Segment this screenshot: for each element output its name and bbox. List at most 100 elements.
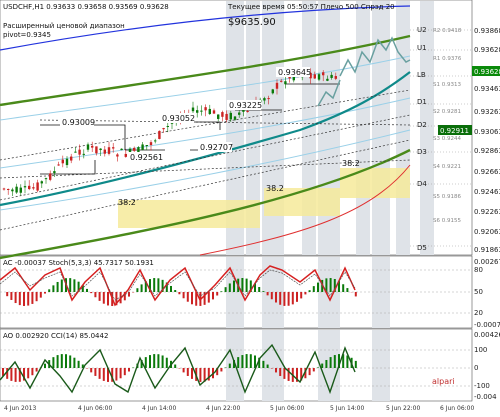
candle-body xyxy=(3,188,5,189)
ac-bar xyxy=(304,292,306,294)
ao-bar xyxy=(187,368,189,376)
candle-body xyxy=(11,190,13,192)
annotation-4: 0.93225 xyxy=(229,101,262,110)
ac-bar xyxy=(94,292,96,297)
candle-body xyxy=(104,150,106,154)
ao-bar xyxy=(162,355,164,368)
ac-bar xyxy=(309,290,311,292)
ao-tick-4: -0.004 xyxy=(474,393,497,401)
candle-body xyxy=(162,128,164,129)
ao-bar xyxy=(271,368,273,369)
candle-body xyxy=(53,171,55,173)
ac-bar xyxy=(103,292,105,304)
candle-body xyxy=(192,108,194,112)
ac-bar xyxy=(86,289,88,292)
stoch-tick-2: 50 xyxy=(474,288,483,296)
price-tick-2: 0.93463 xyxy=(474,85,500,93)
candle-body xyxy=(150,142,152,145)
annotation-2: 0.93052 xyxy=(162,114,195,123)
symbol-line: USDCHF,H1 0.93633 0.93658 0.93569 0.9362… xyxy=(3,3,169,11)
annotation-fib-3: 38.2 xyxy=(342,159,360,168)
ac-bar xyxy=(229,283,231,292)
ac-bar xyxy=(216,292,218,296)
ac-bar xyxy=(178,292,180,294)
ao-bar xyxy=(246,354,248,368)
ac-bar xyxy=(355,292,357,296)
ao-bar xyxy=(346,355,348,368)
time-label-5: 5 Jun 14:00 xyxy=(330,405,364,412)
ac-bar xyxy=(246,279,248,292)
level-r2: R2 0.9418 xyxy=(433,28,462,34)
pivot-label-d4: D4 xyxy=(417,180,427,188)
time-label-6: 5 Jun 22:00 xyxy=(386,405,420,412)
candle-body xyxy=(49,173,51,179)
ac-bar xyxy=(183,292,185,298)
price-tick-8: 0.92263 xyxy=(474,208,500,216)
candle-body xyxy=(83,154,85,155)
candle-body xyxy=(78,150,80,155)
ao-bar xyxy=(267,365,269,368)
current-price-label: 0.93628 xyxy=(474,68,500,76)
ac-bar xyxy=(267,292,269,295)
level-marker-label: 0.92911 xyxy=(440,127,469,135)
price-tick-7: 0.92463 xyxy=(474,188,500,196)
price-tick-1: 0.93628 xyxy=(474,46,500,54)
ac-bar xyxy=(225,287,227,292)
candle-body xyxy=(146,145,148,146)
ao-bar xyxy=(279,368,281,376)
ao-bar xyxy=(317,367,319,368)
candle-body xyxy=(95,146,97,153)
ao-tick-3: -100 xyxy=(474,382,490,390)
ac-bar xyxy=(296,292,298,302)
ac-bar xyxy=(275,292,277,302)
ao-bar xyxy=(153,354,155,368)
ac-bar xyxy=(141,284,143,292)
ao-bar xyxy=(183,368,185,372)
candle-body xyxy=(221,112,223,117)
stoch-title: AC -0.00037 Stoch(5,3,3) 45.7317 50.1931 xyxy=(3,259,154,267)
ao-bar xyxy=(313,368,315,371)
candle-body xyxy=(326,79,328,81)
candle-body xyxy=(276,83,278,89)
time-label-3: 4 Jun 22:00 xyxy=(206,405,240,412)
time-label: Текущее время 05:50:57 Плечо 500 Спрэд 2… xyxy=(227,3,395,11)
stoch-tick-1: 80 xyxy=(474,266,483,274)
ac-bar xyxy=(153,278,155,292)
time-label-1: 4 Jun 06:00 xyxy=(78,405,112,412)
ac-bar xyxy=(317,283,319,292)
ac-bar xyxy=(170,286,172,292)
ao-bar xyxy=(145,357,147,368)
ac-bar xyxy=(279,292,281,305)
candle-body xyxy=(24,186,26,187)
ao-bar xyxy=(73,358,75,368)
ac-bar xyxy=(187,292,189,302)
pivot-label-d5: D5 xyxy=(417,244,427,252)
candle-body xyxy=(120,149,122,150)
candle-body xyxy=(234,117,236,120)
ac-bar xyxy=(90,292,92,293)
ac-bar xyxy=(342,284,344,292)
stoch-tick-4: -0.00077 xyxy=(474,321,500,329)
price-tick-6: 0.92663 xyxy=(474,168,500,176)
candle-body xyxy=(141,144,143,149)
ao-bar xyxy=(61,354,63,368)
stoch-tick-3: 20 xyxy=(474,309,483,317)
ao-bar xyxy=(250,354,252,368)
candle-body xyxy=(32,187,34,188)
ao-bar xyxy=(241,355,243,368)
pivot-label-u2: U2 xyxy=(417,26,427,34)
annotation-1: 0.92561 xyxy=(130,153,163,162)
time-label-4: 5 Jun 06:00 xyxy=(270,405,304,412)
ao-bar xyxy=(120,368,122,378)
price-tick-4: 0.93063 xyxy=(474,128,500,136)
ao-bar xyxy=(191,368,193,379)
indicator-title: Расширенный ценовой диапазон xyxy=(3,22,125,30)
ac-bar xyxy=(300,292,302,298)
annotation-0: 0.93009 xyxy=(62,118,95,127)
ac-bar xyxy=(233,281,235,292)
annotation-5: 0.93645 xyxy=(278,68,311,77)
candle-body xyxy=(87,144,89,149)
ac-bar xyxy=(44,292,46,294)
candle-body xyxy=(125,154,127,157)
ao-tick-0: 0.00426 xyxy=(474,331,500,339)
